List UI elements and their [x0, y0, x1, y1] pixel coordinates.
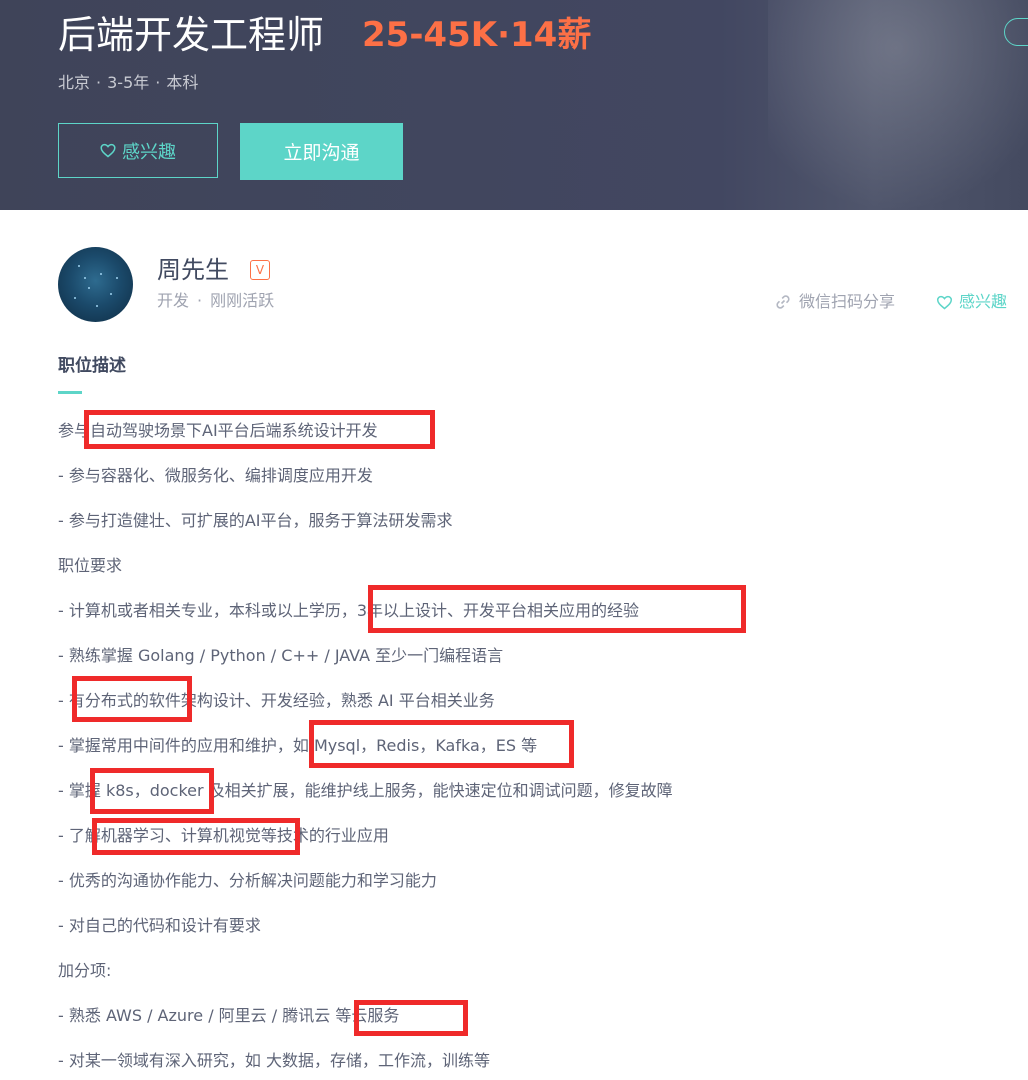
heart-icon [936, 295, 953, 309]
description-line: - 优秀的沟通协作能力、分析解决问题能力和学习能力 [58, 871, 437, 890]
job-education: 本科 [166, 73, 199, 92]
description-line: - 熟练掌握 Golang / Python / C++ / JAVA 至少一门… [58, 646, 504, 665]
verified-badge: V [250, 260, 270, 280]
highlight-box [72, 676, 192, 722]
top-right-pill-button[interactable] [1004, 18, 1028, 46]
job-meta: 北京 · 3-5年 · 本科 [58, 72, 198, 94]
meta-separator: · [197, 291, 203, 310]
description-line: 加分项: [58, 961, 112, 980]
job-salary: 25-45K·14薪 [362, 15, 592, 55]
wechat-share-link[interactable]: 微信扫码分享 [775, 291, 895, 313]
recruiter-status: 刚刚活跃 [210, 291, 275, 310]
link-icon [776, 295, 790, 309]
description-line: - 对自己的代码和设计有要求 [58, 916, 261, 935]
recruiter-avatar [58, 247, 133, 322]
interest-button-label: 感兴趣 [122, 141, 176, 163]
description-line: 职位要求 [58, 556, 123, 575]
description-line: - 对某一领域有深入研究，如 大数据，存储，工作流，训练等 [58, 1051, 490, 1070]
description-line: - 参与容器化、微服务化、编排调度应用开发 [58, 466, 373, 485]
highlight-box [84, 410, 435, 449]
heart-icon [100, 143, 116, 158]
highlight-box [354, 1000, 468, 1036]
share-label: 微信扫码分享 [799, 292, 896, 311]
job-city: 北京 [58, 73, 91, 92]
job-header: 后端开发工程师 25-45K·14薪 北京 · 3-5年 · 本科 感兴趣 立即沟通 [0, 0, 1028, 210]
job-experience: 3-5年 [107, 73, 150, 92]
recruiter-role: 开发 [157, 291, 190, 310]
section-underline [58, 391, 82, 394]
meta-separator: · [155, 73, 161, 92]
interest-button[interactable]: 感兴趣 [58, 123, 218, 178]
job-title: 后端开发工程师 [58, 13, 325, 57]
highlight-box [309, 720, 574, 768]
header-glow [768, 0, 1028, 210]
description-line: - 熟悉 AWS / Azure / 阿里云 / 腾讯云 等云服务 [58, 1006, 400, 1025]
meta-separator: · [96, 73, 102, 92]
highlight-box [368, 585, 746, 633]
interest-link[interactable]: 感兴趣 [936, 291, 1007, 313]
description-line: - 参与打造健壮、可扩展的AI平台，服务于算法研发需求 [58, 511, 453, 530]
highlight-box [90, 768, 214, 814]
interest-link-label: 感兴趣 [959, 292, 1008, 311]
section-title-job-description: 职位描述 [58, 356, 126, 376]
chat-now-button[interactable]: 立即沟通 [240, 123, 403, 180]
highlight-box [92, 818, 300, 855]
recruiter-meta: 开发 · 刚刚活跃 [157, 290, 274, 312]
recruiter-name: 周先生 [157, 256, 229, 284]
